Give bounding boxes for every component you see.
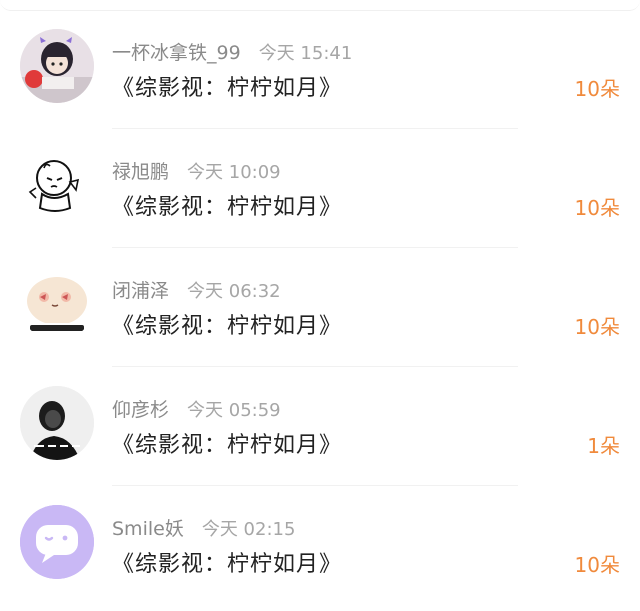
sender-name[interactable]: 一杯冰拿铁_99 [112, 42, 241, 64]
book-title[interactable]: 《综影视：柠柠如月》 [112, 308, 342, 340]
book-title[interactable]: 《综影视：柠柠如月》 [112, 427, 342, 459]
gift-amount: 10朵 [574, 196, 620, 220]
sender-line: 一杯冰拿铁_99 今天 15:41 [112, 38, 352, 65]
timestamp: 今天 05:59 [187, 400, 281, 421]
book-title[interactable]: 《综影视：柠柠如月》 [112, 70, 342, 102]
sender-name[interactable]: 仰彦杉 [112, 399, 169, 421]
sender-name[interactable]: 闭浦泽 [112, 280, 169, 302]
list-item[interactable]: Smile妖 今天 02:15 《综影视：柠柠如月》 10朵 [0, 486, 640, 605]
cartoon-boy-avatar[interactable] [20, 148, 94, 222]
timestamp: 今天 02:15 [201, 519, 296, 540]
timestamp: 今天 15:41 [258, 43, 353, 64]
timestamp: 今天 10:09 [187, 162, 281, 183]
book-title[interactable]: 《综影视：柠柠如月》 [112, 546, 342, 578]
gift-amount: 10朵 [574, 553, 620, 577]
book-title[interactable]: 《综影视：柠柠如月》 [112, 189, 342, 221]
gift-list: 一杯冰拿铁_99 今天 15:41 《综影视：柠柠如月》 10朵 禄旭鹏 今天 10… [0, 10, 640, 605]
list-item[interactable]: 闭浦泽 今天 06:32 《综影视：柠柠如月》 10朵 [0, 248, 640, 367]
gift-amount: 10朵 [574, 315, 620, 339]
gift-amount: 10朵 [574, 77, 620, 101]
sender-line: 闭浦泽 今天 06:32 [112, 276, 281, 303]
gift-amount: 1朵 [587, 434, 620, 458]
sender-name[interactable]: Smile妖 [112, 518, 184, 540]
list-item[interactable]: 仰彦杉 今天 05:59 《综影视：柠柠如月》 1朵 [0, 367, 640, 486]
girl-eating-avatar[interactable] [20, 29, 94, 103]
list-item[interactable]: 禄旭鹏 今天 10:09 《综影视：柠柠如月》 10朵 [0, 129, 640, 248]
chat-bubble-avatar[interactable] [20, 505, 94, 579]
sender-name[interactable]: 禄旭鹏 [112, 161, 169, 183]
sender-line: 禄旭鹏 今天 10:09 [112, 157, 281, 184]
blob-emoji-avatar[interactable] [20, 267, 94, 341]
timestamp: 今天 06:32 [187, 281, 281, 302]
dark-photo-avatar[interactable] [20, 386, 94, 460]
sender-line: 仰彦杉 今天 05:59 [112, 395, 281, 422]
sender-line: Smile妖 今天 02:15 [112, 514, 295, 541]
list-item[interactable]: 一杯冰拿铁_99 今天 15:41 《综影视：柠柠如月》 10朵 [0, 10, 640, 129]
